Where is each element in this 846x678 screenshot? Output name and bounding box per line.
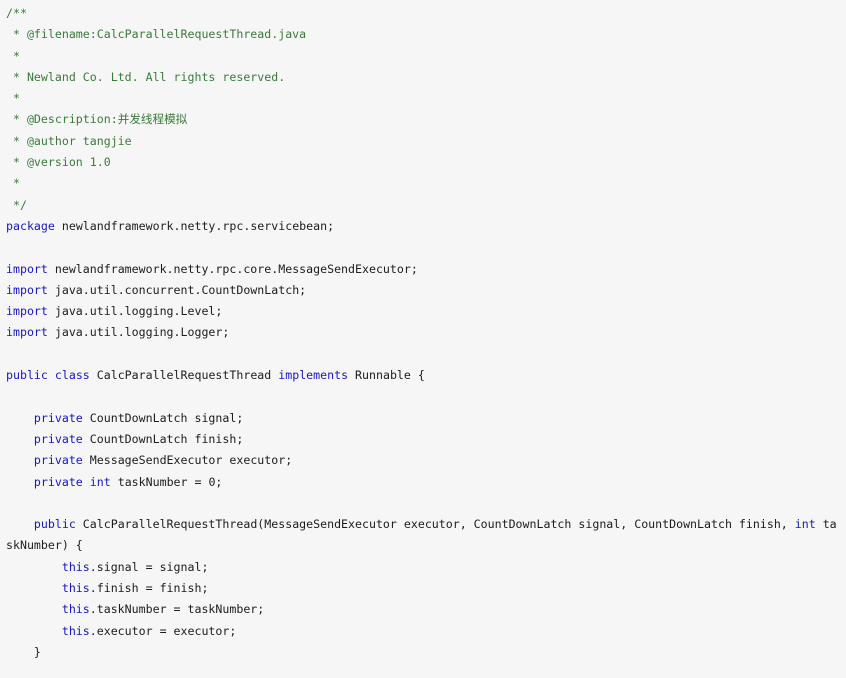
comment-token: * @version 1.0 — [6, 155, 111, 170]
keyword-token: public — [6, 368, 48, 383]
plain-token: .signal = signal; — [89, 559, 209, 574]
plain-token: CountDownLatch signal; — [82, 410, 244, 425]
plain-token: ta — [815, 517, 837, 532]
keyword-token: import — [6, 304, 48, 319]
code-line: package newlandframework.netty.rpc.servi… — [6, 216, 846, 237]
code-line: private CountDownLatch signal; — [6, 408, 846, 429]
code-line: this.signal = signal; — [6, 557, 846, 578]
code-line: * — [6, 173, 846, 194]
plain-token: skNumber) { — [6, 538, 83, 553]
keyword-token: package — [6, 218, 55, 233]
plain-token: .finish = finish; — [89, 581, 209, 596]
comment-token: /** — [6, 6, 27, 20]
keyword-token: int — [794, 517, 816, 532]
code-line: skNumber) { — [6, 535, 846, 556]
code-line: import java.util.concurrent.CountDownLat… — [6, 280, 846, 301]
code-line: private CountDownLatch finish; — [6, 429, 846, 450]
code-viewer[interactable]: /** * @filename:CalcParallelRequestThrea… — [0, 0, 846, 678]
comment-token: * @filename:CalcParallelRequestThread.ja… — [6, 27, 307, 42]
keyword-token: public — [33, 517, 76, 532]
keyword-token: private — [33, 474, 83, 489]
plain-token: Runnable { — [348, 368, 425, 383]
code-line: import java.util.logging.Logger; — [6, 322, 846, 343]
keyword-token: import — [6, 325, 48, 340]
code-line: * Newland Co. Ltd. All rights reserved. — [6, 67, 846, 88]
plain-token: CalcParallelRequestThread — [89, 368, 279, 383]
keyword-token: this — [61, 602, 90, 617]
comment-token: * @author tangjie — [6, 133, 132, 148]
plain-token: CalcParallelRequestThread(MessageSendExe… — [75, 517, 795, 532]
code-line: * @author tangjie — [6, 131, 846, 152]
keyword-token: implements — [278, 368, 349, 383]
code-line: /** — [6, 3, 846, 24]
code-line: import newlandframework.netty.rpc.core.M… — [6, 259, 846, 280]
keyword-token: this — [61, 623, 90, 638]
code-line: private int taskNumber = 0; — [6, 472, 846, 493]
keyword-token: class — [54, 368, 90, 383]
code-line: * @version 1.0 — [6, 152, 846, 173]
plain-token: java.util.logging.Logger; — [47, 325, 230, 340]
keyword-token: int — [89, 474, 111, 489]
plain-token: newlandframework.netty.rpc.servicebean; — [54, 218, 335, 233]
plain-token: MessageSendExecutor executor; — [82, 453, 293, 468]
code-line: this.executor = executor; — [6, 621, 846, 642]
comment-token: * Newland Co. Ltd. All rights reserved. — [6, 69, 286, 84]
code-line: public class CalcParallelRequestThread i… — [6, 365, 846, 386]
code-line: * @filename:CalcParallelRequestThread.ja… — [6, 24, 846, 45]
plain-token: .executor = executor; — [89, 623, 237, 638]
code-line: this.finish = finish; — [6, 578, 846, 599]
plain-token: taskNumber = 0; — [110, 474, 223, 489]
comment-token: * — [6, 91, 20, 106]
plain-token: .taskNumber = taskNumber; — [89, 602, 265, 617]
keyword-token: import — [6, 261, 48, 276]
code-line: public CalcParallelRequestThread(Message… — [6, 514, 846, 535]
comment-token: * — [6, 48, 20, 63]
keyword-token: private — [33, 431, 83, 446]
plain-token: java.util.concurrent.CountDownLatch; — [47, 282, 307, 297]
comment-token-cjk: 并发线程模拟 — [117, 112, 188, 127]
plain-token: newlandframework.netty.rpc.core.MessageS… — [47, 261, 418, 276]
keyword-token: this — [61, 559, 90, 574]
plain-token: CountDownLatch finish; — [82, 431, 244, 446]
code-line: } — [6, 642, 846, 663]
comment-token: * @Description: — [6, 112, 118, 127]
comment-token: */ — [6, 197, 27, 212]
code-line: * @Description:并发线程模拟 — [6, 109, 846, 130]
code-line: * — [6, 46, 846, 67]
keyword-token: this — [61, 581, 90, 596]
comment-token: * — [6, 176, 20, 191]
code-line: import java.util.logging.Level; — [6, 301, 846, 322]
keyword-token: private — [33, 410, 83, 425]
code-line: */ — [6, 195, 846, 216]
keyword-token: import — [6, 282, 48, 297]
plain-token: java.util.logging.Level; — [47, 304, 223, 319]
code-line: * — [6, 88, 846, 109]
code-line: private MessageSendExecutor executor; — [6, 450, 846, 471]
plain-token: } — [6, 644, 41, 659]
code-line: this.taskNumber = taskNumber; — [6, 599, 846, 620]
keyword-token: private — [33, 453, 83, 468]
